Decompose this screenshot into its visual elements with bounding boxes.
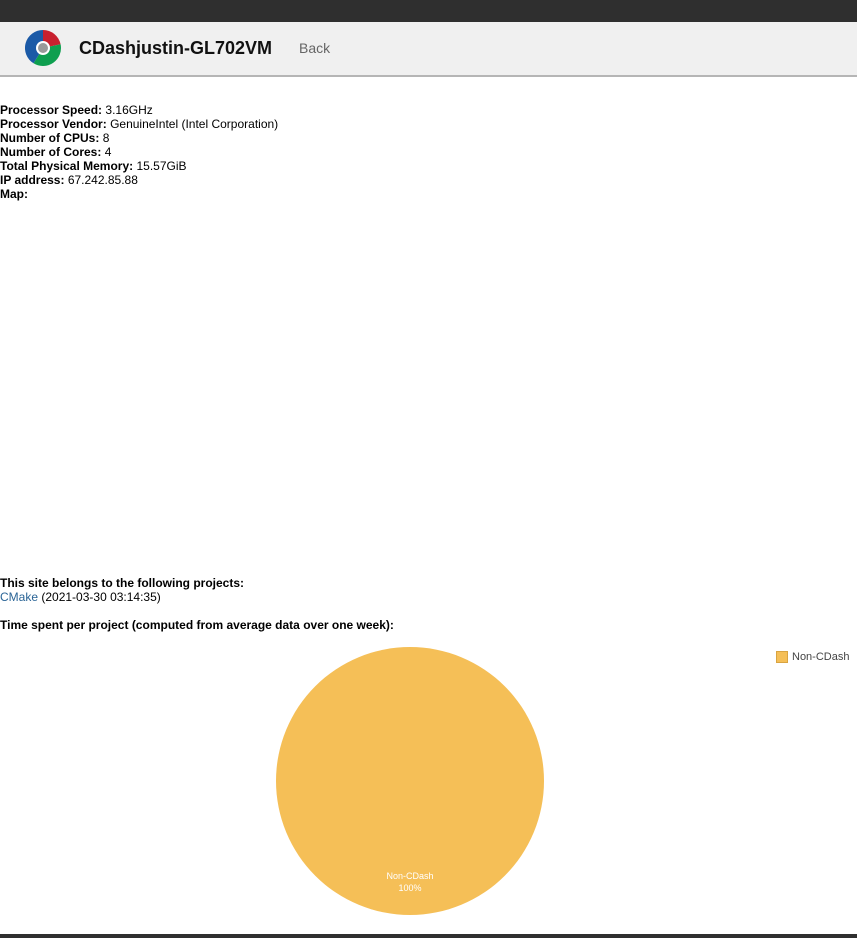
info-label: Number of CPUs: [0,131,100,145]
projects-heading-text: This site belongs to the following proje… [0,576,245,590]
info-label: Number of Cores: [0,145,102,159]
info-value: 67.242.85.88 [67,173,138,187]
site-info: Processor Speed: 3.16GHz Processor Vendo… [0,103,278,201]
info-label: Processor Vendor: [0,117,107,131]
project-date: (2021-03-30 03:14:35) [41,590,161,604]
info-row-ip-address: IP address: 67.242.85.88 [0,173,278,187]
info-value: 15.57GiB [136,159,187,173]
info-row-processor-vendor: Processor Vendor: GenuineIntel (Intel Co… [0,117,278,131]
info-label: Processor Speed: [0,103,103,117]
info-row-number-of-cpus: Number of CPUs: 8 [0,131,278,145]
page-title: CDashjustin-GL702VM [79,38,273,58]
cdash-logo-icon[interactable] [25,30,61,66]
info-value: GenuineIntel (Intel Corporation) [110,117,279,131]
page-header: CDashjustin-GL702VM Back [0,22,857,77]
time-pie-chart: Non-CDash 100% [276,647,544,915]
pie-slice-percent: 100% [398,883,421,893]
info-label: Map: [0,187,28,201]
chart-legend[interactable]: Non-CDash [776,651,849,663]
time-spent-heading: Time spent per project (computed from av… [0,618,394,632]
info-value: 8 [102,131,110,145]
legend-label: Non-CDash [792,651,850,663]
projects-section: This site belongs to the following proje… [0,576,244,604]
info-value: 4 [104,145,112,159]
info-row-total-memory: Total Physical Memory: 15.57GiB [0,159,278,173]
pie-slice-label: Non-CDash [386,871,433,881]
back-link[interactable]: Back [299,39,330,57]
project-item: CMake (2021-03-30 03:14:35) [0,590,244,604]
info-row-map: Map: [0,187,278,201]
info-row-number-of-cores: Number of Cores: 4 [0,145,278,159]
info-value: 3.16GHz [105,103,153,117]
info-row-processor-speed: Processor Speed: 3.16GHz [0,103,278,117]
legend-swatch [776,651,788,663]
info-label: Total Physical Memory: [0,159,134,173]
bottom-bar [0,934,857,938]
projects-heading: This site belongs to the following proje… [0,576,244,590]
project-link-cmake[interactable]: CMake [0,590,38,604]
info-label: IP address: [0,173,65,187]
top-bar [0,0,857,22]
